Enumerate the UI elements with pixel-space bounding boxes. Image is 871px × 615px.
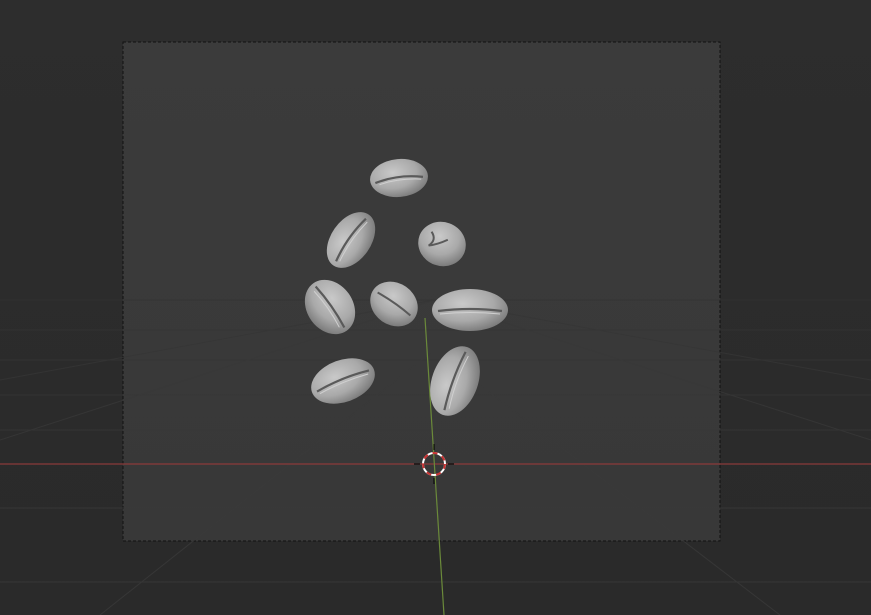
- viewport-scene: [0, 41, 871, 615]
- camera-frame: [122, 41, 721, 542]
- coffee-bean-6[interactable]: [432, 289, 508, 331]
- 3d-viewport[interactable]: [0, 0, 871, 615]
